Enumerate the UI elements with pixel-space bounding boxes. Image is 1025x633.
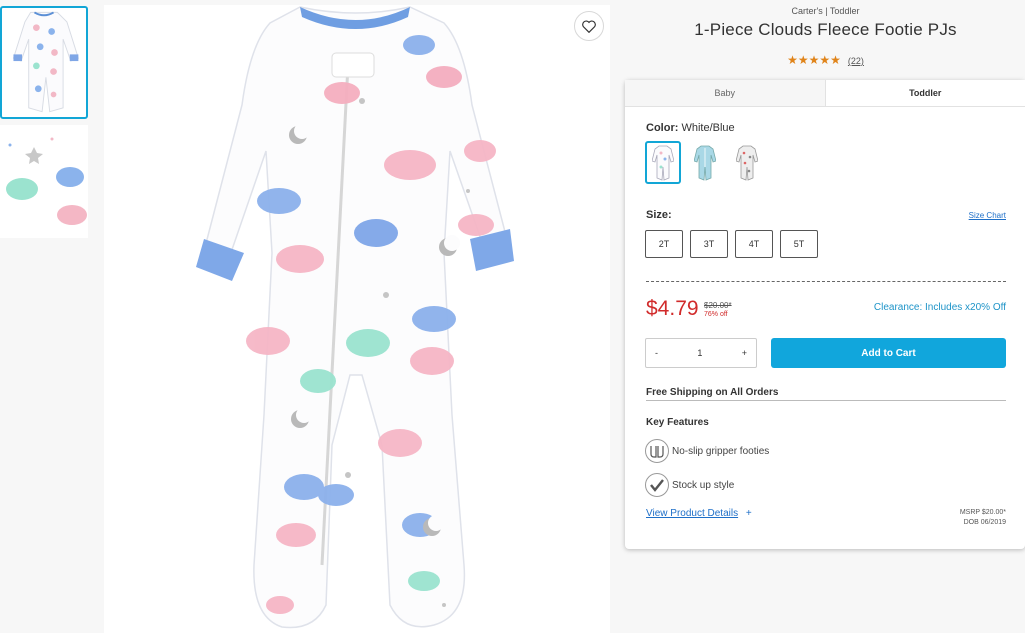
original-price: $20.00* bbox=[704, 301, 732, 310]
sale-price: $4.79 bbox=[646, 297, 699, 320]
color-selector-label: Color: White/Blue bbox=[646, 122, 735, 134]
feature-label: No-slip gripper footies bbox=[672, 445, 770, 457]
main-product-image bbox=[104, 5, 610, 633]
tab-toddler[interactable]: Toddler bbox=[825, 80, 1025, 106]
divider bbox=[646, 281, 1006, 282]
discount-percent: 76% off bbox=[704, 311, 728, 318]
heart-icon bbox=[582, 20, 596, 33]
dob-text: DOB 06/2019 bbox=[963, 519, 1006, 526]
size-options: 2T 3T 4T 5T bbox=[645, 230, 818, 258]
size-group-tabs: Baby Toddler bbox=[625, 80, 1025, 107]
divider bbox=[646, 400, 1006, 401]
quantity-stepper: - 1 + bbox=[645, 338, 757, 368]
checkmark-icon bbox=[645, 473, 669, 497]
msrp-text: MSRP $20.00* bbox=[959, 509, 1006, 516]
color-label: Color: bbox=[646, 122, 679, 134]
size-option-3t[interactable]: 3T bbox=[690, 230, 728, 258]
feature-item: No-slip gripper footies bbox=[645, 439, 769, 463]
size-option-2t[interactable]: 2T bbox=[645, 230, 683, 258]
quantity-increase-button[interactable]: + bbox=[733, 348, 756, 358]
review-count-link[interactable]: (22) bbox=[848, 56, 864, 66]
favorite-button[interactable] bbox=[574, 11, 604, 41]
quantity-decrease-button[interactable]: - bbox=[646, 348, 667, 358]
thumbnail-detail-view[interactable] bbox=[0, 125, 88, 238]
product-title: 1-Piece Clouds Fleece Footie PJs bbox=[694, 20, 957, 39]
feature-item: Stock up style bbox=[645, 473, 734, 497]
color-swatches bbox=[645, 141, 765, 184]
pajama-image bbox=[104, 5, 610, 633]
key-features-title: Key Features bbox=[646, 417, 709, 428]
feature-label: Stock up style bbox=[672, 479, 735, 491]
expand-plus-icon: + bbox=[745, 508, 752, 519]
swatch-white-blue[interactable] bbox=[645, 141, 681, 184]
clearance-note: Clearance: Includes x20% Off bbox=[873, 302, 1006, 313]
tab-baby[interactable]: Baby bbox=[625, 80, 826, 106]
size-chart-link[interactable]: Size Chart bbox=[969, 211, 1006, 220]
footie-icon bbox=[645, 439, 669, 463]
msrp-info: MSRP $20.00* DOB 06/2019 bbox=[960, 508, 1006, 528]
pajama-swatch-pink-icon bbox=[736, 145, 758, 181]
color-value: White/Blue bbox=[681, 122, 735, 134]
pajama-thumbnail-image bbox=[2, 8, 86, 117]
size-option-5t[interactable]: 5T bbox=[780, 230, 818, 258]
add-to-cart-button[interactable]: Add to Cart bbox=[771, 338, 1006, 368]
quantity-value[interactable]: 1 bbox=[688, 348, 711, 358]
size-option-4t[interactable]: 4T bbox=[735, 230, 773, 258]
pajama-swatch-blue-icon bbox=[694, 145, 716, 181]
free-shipping-text: Free Shipping on All Orders bbox=[646, 387, 779, 398]
view-product-details-link[interactable]: View Product Details + bbox=[646, 508, 752, 519]
product-page: Carter's | Toddler 1-Piece Clouds Fleece… bbox=[0, 0, 1025, 633]
swatch-light-blue[interactable] bbox=[687, 141, 723, 184]
thumbnail-front-view[interactable] bbox=[0, 6, 88, 119]
size-label: Size: bbox=[646, 209, 672, 221]
brand-breadcrumb: Carter's | Toddler bbox=[791, 6, 860, 16]
rating: ★★★★★ (22) bbox=[626, 53, 1025, 67]
purchase-card: Baby Toddler Color: White/Blue Size: Siz… bbox=[625, 80, 1025, 549]
star-rating-icon: ★★★★★ bbox=[787, 53, 841, 67]
fabric-detail-image bbox=[0, 125, 88, 238]
pajama-swatch-white-icon bbox=[652, 145, 674, 181]
swatch-pink-print[interactable] bbox=[729, 141, 765, 184]
view-details-label: View Product Details bbox=[646, 508, 739, 519]
thumbnail-list bbox=[0, 6, 90, 244]
